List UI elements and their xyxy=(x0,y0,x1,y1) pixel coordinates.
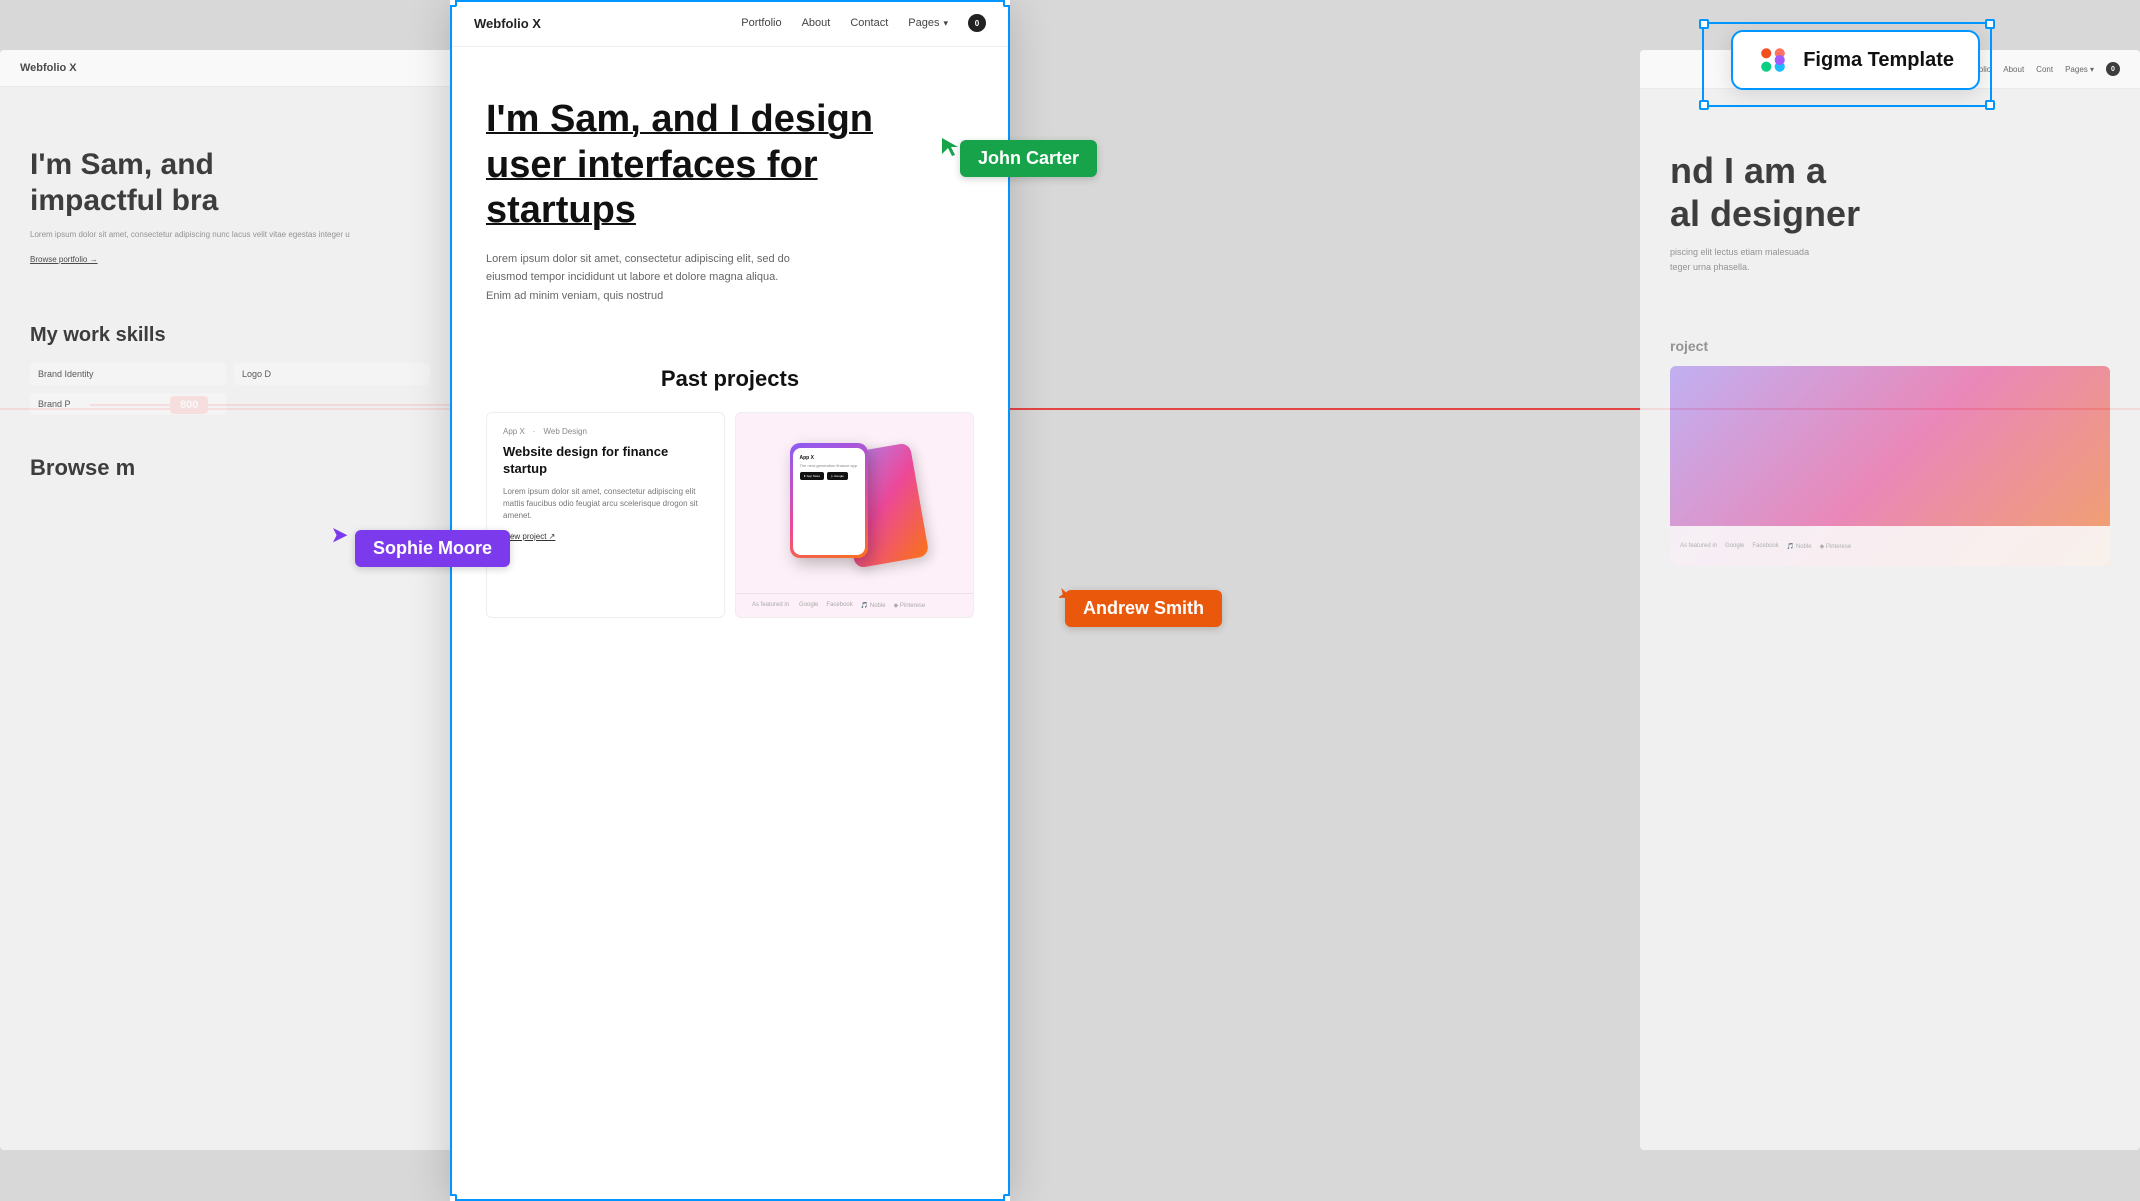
phone-mockup: App X The next-generation finance app ⬇ … xyxy=(785,433,925,573)
main-nav-logo: Webfolio X xyxy=(474,16,541,31)
nav-pages-dropdown[interactable]: Pages ▾ xyxy=(908,17,948,29)
main-hero-section: I'm Sam, and I design user interfaces fo… xyxy=(450,47,1010,336)
featured-logos: Google Facebook 🎵 Noble ◆ Pinterese xyxy=(799,602,925,609)
project-card-image-2: App X The next-generation finance app ⬇ … xyxy=(736,413,973,593)
projects-grid: App X · Web Design Website design for fi… xyxy=(486,412,974,618)
cursor-label-sophie-moore: Sophie Moore xyxy=(355,530,510,567)
left-browse-link: Browse portfolio → xyxy=(30,255,430,264)
project-tags-1: App X · Web Design xyxy=(503,427,708,436)
main-page: Webfolio X Portfolio About Contact Pages… xyxy=(450,0,1010,1201)
left-page-preview: Webfolio X I'm Sam, and impactful bra Lo… xyxy=(0,50,460,1150)
logo-google: Google xyxy=(799,602,818,609)
cursor-arrow-sophie-moore xyxy=(333,528,351,546)
right-hero-desc: piscing elit lectus etiam malesuada tege… xyxy=(1670,245,2110,274)
main-nav: Webfolio X Portfolio About Contact Pages… xyxy=(450,0,1010,47)
right-nav-contact: Cont xyxy=(2036,65,2053,74)
main-nav-links: Portfolio About Contact Pages ▾ 0 xyxy=(741,14,986,32)
right-page-preview: Portfolio About Cont Pages ▾ 0 nd I am a… xyxy=(1640,50,2140,1150)
main-hero-desc: Lorem ipsum dolor sit amet, consectetur … xyxy=(486,250,846,306)
skill-brand-p: Brand P xyxy=(30,393,226,415)
figma-badge-text: Figma Template xyxy=(1803,49,1954,72)
right-projects-title: roject xyxy=(1670,338,2110,354)
cursor-label-john-carter: John Carter xyxy=(960,140,1097,177)
nav-link-contact[interactable]: Contact xyxy=(850,17,888,29)
right-hero-title: nd I am aal designer xyxy=(1670,149,2110,235)
skill-brand-identity: Brand Identity xyxy=(30,363,226,385)
figma-template-badge: Figma Template xyxy=(1731,30,1980,90)
project-tag-app: App X xyxy=(503,427,525,436)
hero-underline-text: user interfaces xyxy=(486,144,756,186)
view-project-link[interactable]: View project ↗ xyxy=(503,532,708,541)
nav-cart-icon[interactable]: 0 xyxy=(968,14,986,32)
nav-pages-label: Pages xyxy=(908,17,939,29)
nav-pages-chevron: ▾ xyxy=(943,18,948,29)
left-skills-grid: Brand Identity Logo D Brand P xyxy=(30,363,430,415)
left-hero-desc: Lorem ipsum dolor sit amet, consectetur … xyxy=(30,229,430,241)
logo-pinterese: ◆ Pinterese xyxy=(894,602,926,609)
project-title-1: Website design for finance startup xyxy=(503,444,708,478)
project-desc-1: Lorem ipsum dolor sit amet, consectetur … xyxy=(503,486,708,522)
right-nav-pages: Pages ▾ xyxy=(2065,65,2094,74)
main-past-projects: Past projects App X · Web Design Website… xyxy=(450,336,1010,648)
left-skills-title: My work skills xyxy=(30,324,430,347)
handle-bottom-left[interactable] xyxy=(450,1194,457,1201)
nav-link-about[interactable]: About xyxy=(802,17,831,29)
logo-facebook: Facebook xyxy=(826,602,852,609)
featured-label: As featured in xyxy=(752,602,789,608)
left-browse-m: Browse m xyxy=(0,435,460,501)
handle-bottom-right[interactable] xyxy=(1003,1194,1010,1201)
left-hero-title: I'm Sam, and impactful bra xyxy=(30,147,430,219)
card-featured-section: As featured in Google Facebook 🎵 Noble ◆… xyxy=(736,593,973,617)
logo-noble: 🎵 Noble xyxy=(861,602,886,609)
main-hero-title: I'm Sam, and I design user interfaces fo… xyxy=(486,97,974,234)
nav-link-portfolio[interactable]: Portfolio xyxy=(741,17,781,29)
figma-icon xyxy=(1757,44,1789,76)
left-nav-logo: Webfolio X xyxy=(20,62,77,74)
project-tag-dot: · xyxy=(533,427,536,436)
past-projects-title: Past projects xyxy=(486,366,974,392)
project-tag-web: Web Design xyxy=(543,427,586,436)
cursor-arrow-john-carter xyxy=(942,138,962,158)
project-card-2: App X The next-generation finance app ⬇ … xyxy=(735,412,974,618)
cursor-label-andrew-smith: Andrew Smith xyxy=(1065,590,1222,627)
right-nav-about: About xyxy=(2003,65,2024,74)
project-card-1: App X · Web Design Website design for fi… xyxy=(486,412,725,618)
skill-logo-design: Logo D xyxy=(234,363,430,385)
